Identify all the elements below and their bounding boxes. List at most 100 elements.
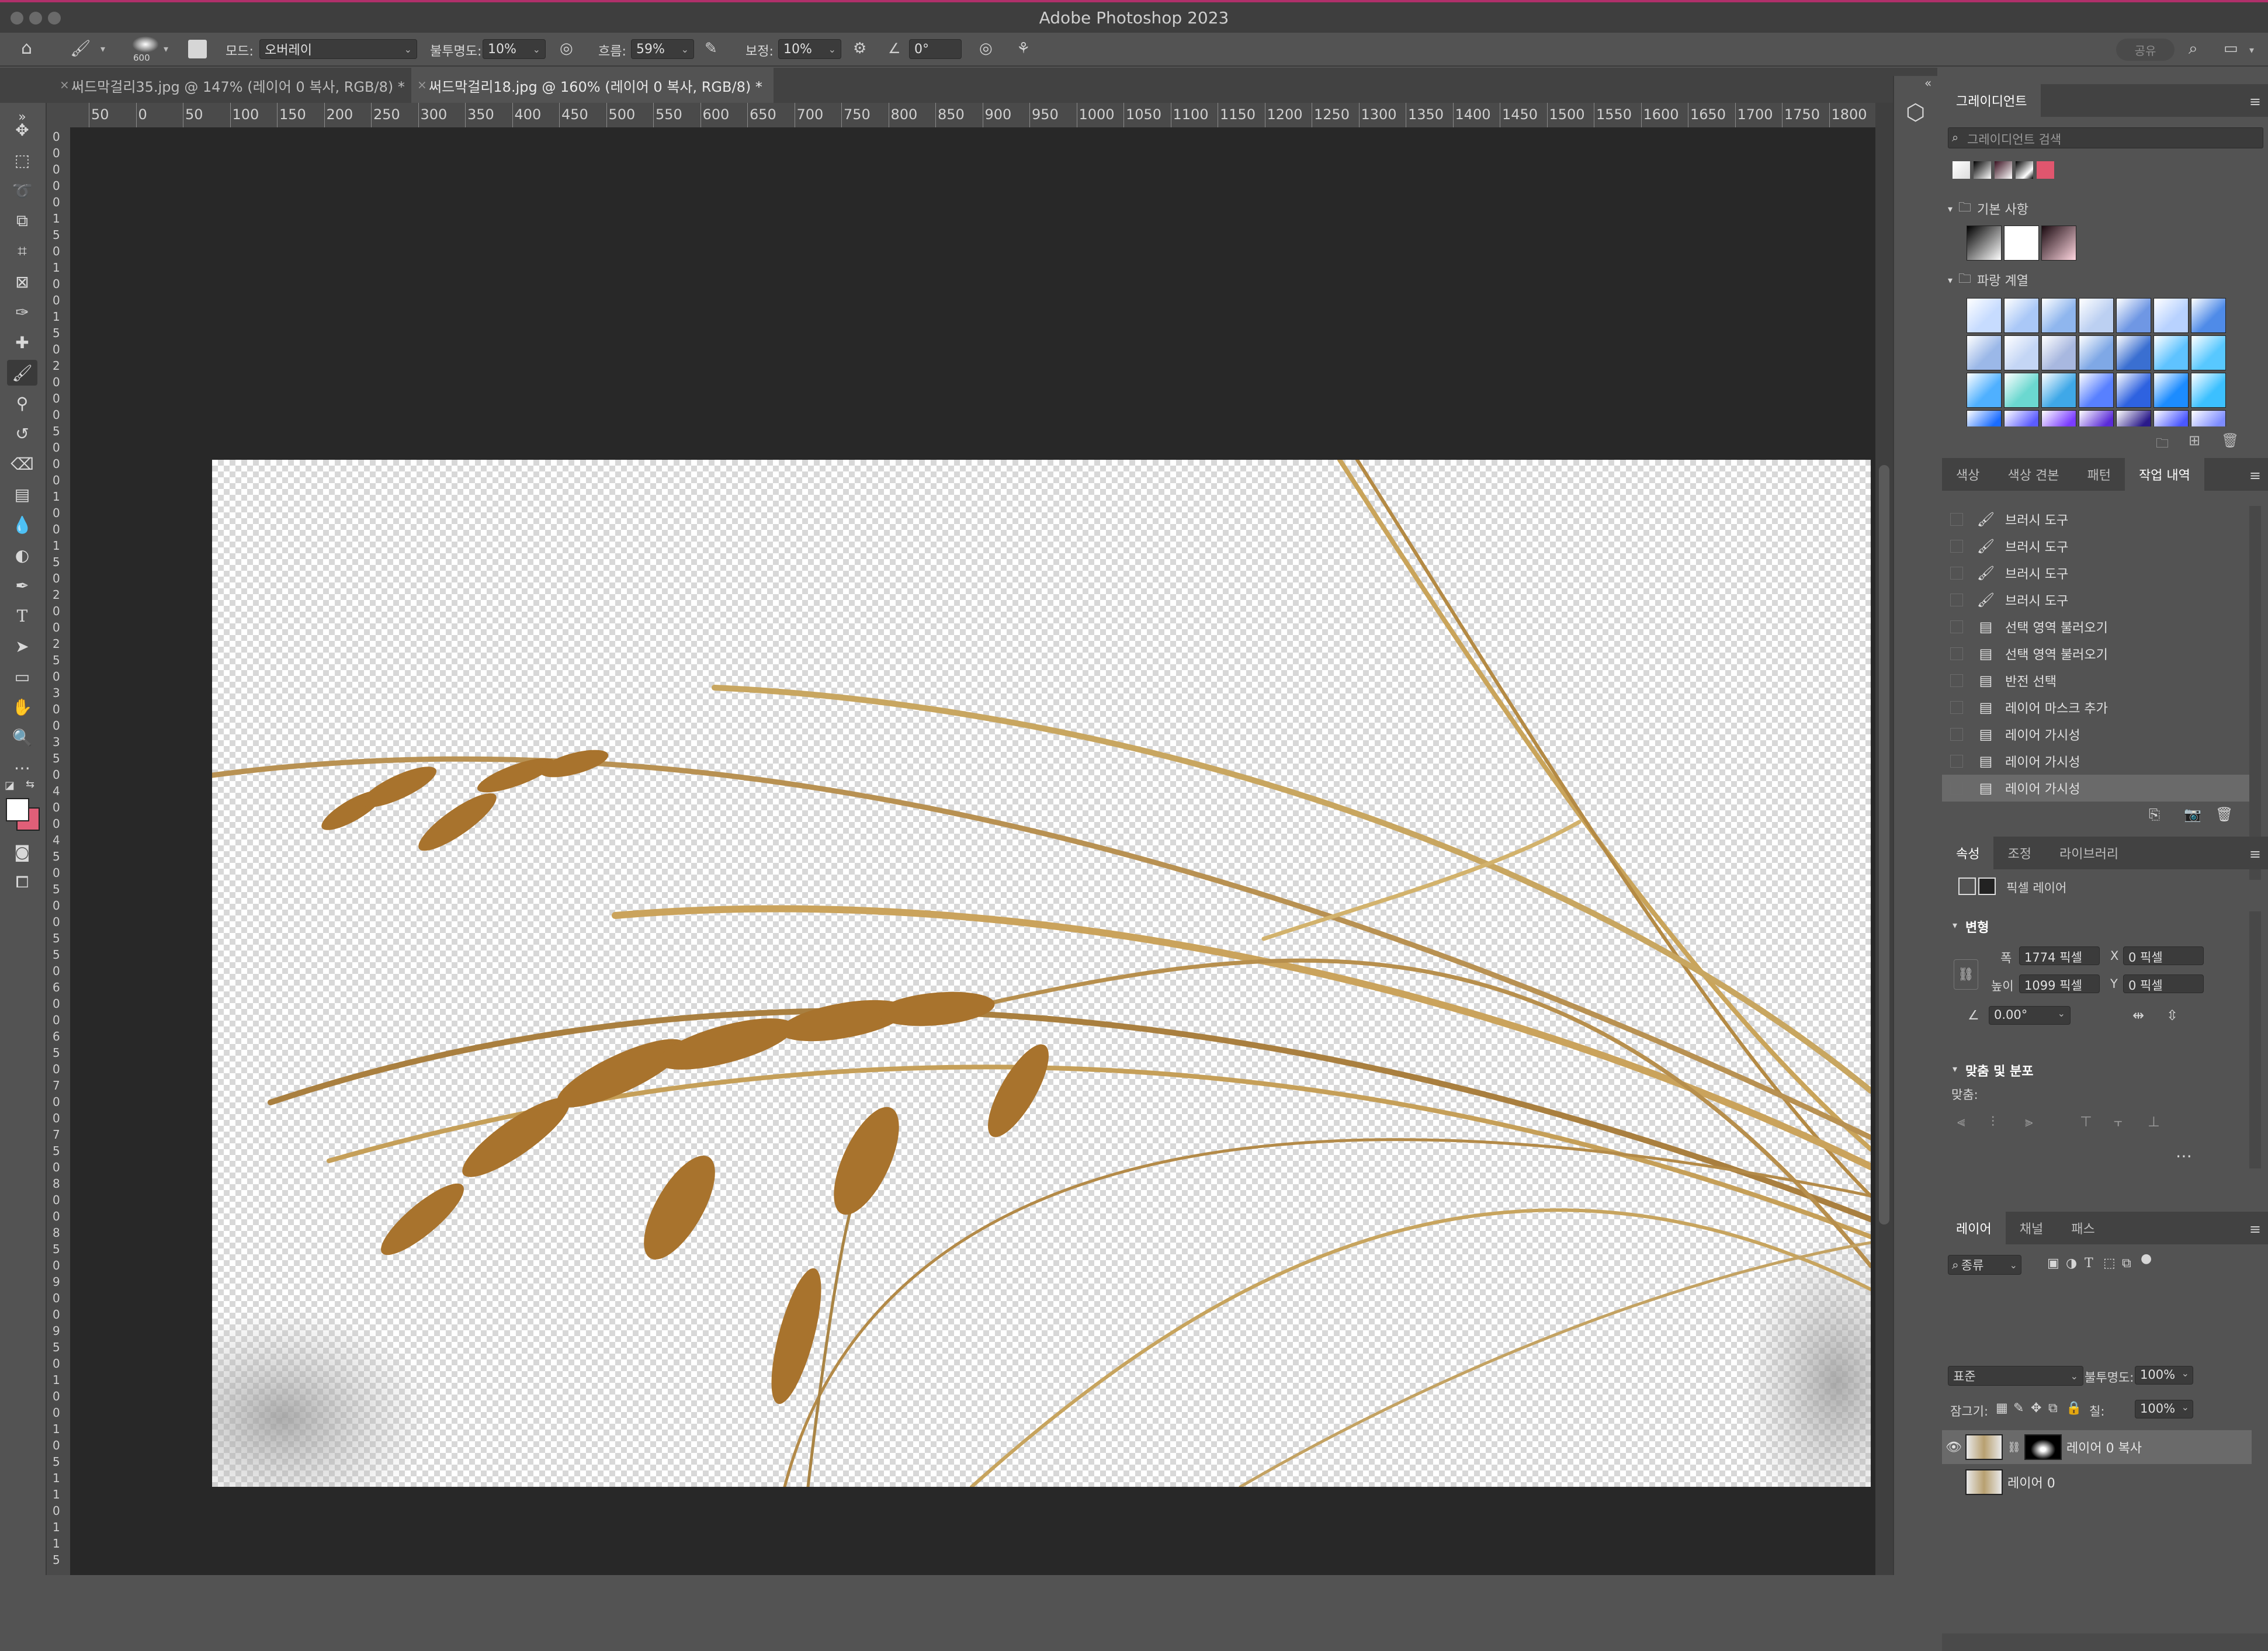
symmetry-icon[interactable]: ⚘ [1017,39,1030,58]
flip-horizontal-icon[interactable]: ⇹ [2132,1007,2144,1024]
tab-color[interactable]: 색상 [1942,458,1993,491]
search-icon[interactable]: ⌕ [2189,39,2198,58]
angle-field[interactable]: 0° [909,39,962,59]
gradients-panel-menu-icon[interactable]: ≡ [2249,93,2261,110]
filter-shape-icon[interactable]: ⬚ [2103,1256,2116,1271]
move-tool-icon[interactable]: ✥ [7,117,37,143]
filter-toggle-icon[interactable]: ● [2141,1251,2152,1266]
tab-history[interactable]: 작업 내역 [2124,458,2204,491]
trash-icon[interactable]: 🗑 [2215,806,2233,823]
gradient-swatch[interactable] [2004,226,2039,261]
gradient-swatch[interactable] [2116,335,2151,370]
gradient-swatch[interactable] [2079,335,2114,370]
lasso-tool-icon[interactable]: ➰ [7,178,37,203]
history-snapshot-checkbox[interactable] [1950,513,1963,526]
gradient-group-blues[interactable]: ▾ 🗀 파랑 계열 [1948,269,2028,291]
align-top-icon[interactable]: ⊤ [2080,1114,2092,1130]
brush-preview-icon[interactable] [132,36,159,53]
brush-tool-preset-icon[interactable]: 🖌 [70,39,91,58]
align-middle-vertical-icon[interactable]: ⫟ [2114,1114,2123,1130]
recent-gradient-swatch[interactable] [1953,161,1970,179]
gradient-swatch[interactable] [2079,410,2114,426]
opacity-field[interactable]: 10% ⌄ [483,39,546,59]
eye-icon[interactable]: 👁 [1942,1440,1965,1455]
history-snapshot-checkbox[interactable] [1950,755,1963,768]
flip-vertical-icon[interactable]: ⇳ [2166,1007,2178,1024]
blend-mode-select[interactable]: 표준 ⌄ [1948,1366,2083,1386]
align-left-icon[interactable]: ⫷ [1957,1114,1965,1130]
x-field[interactable]: 0 픽셀 [2123,946,2204,965]
gradient-swatch[interactable] [2116,298,2151,333]
new-group-icon[interactable]: 🗀 [2156,433,2169,456]
marquee-tool-icon[interactable]: ⬚ [7,147,37,173]
share-button[interactable]: 공유 [2116,39,2175,61]
filter-adjustment-icon[interactable]: ◑ [2066,1256,2077,1271]
history-item[interactable]: 🖌 브러시 도구 [1942,506,2252,533]
scrollbar-thumb[interactable] [1879,465,1889,1225]
layer-row-layer-0-copy[interactable]: 👁 ⛓ 레이어 0 복사 [1942,1430,2252,1464]
gradient-swatch[interactable] [2116,373,2151,408]
dodge-tool-icon[interactable]: ◐ [7,542,37,568]
flow-field[interactable]: 59% ⌄ [631,39,694,59]
gradient-swatch[interactable] [2041,335,2076,370]
gradient-swatch[interactable] [1967,373,2002,408]
frame-tool-icon[interactable]: ⊠ [7,269,37,294]
brush-preset-chevron-icon[interactable]: ▾ [164,43,168,54]
history-snapshot-checkbox[interactable] [1950,701,1963,714]
close-tab-icon[interactable]: × [417,78,427,92]
history-snapshot-checkbox[interactable] [1950,782,1963,795]
workspace-icon[interactable]: ▭ [2224,39,2238,58]
lock-image-pixels-icon[interactable]: ✎ [2013,1401,2024,1416]
history-scrollbar[interactable] [2249,506,2261,880]
blur-tool-icon[interactable]: 💧 [7,512,37,537]
tab-adjustments[interactable]: 조정 [1993,837,2045,869]
gradient-swatch[interactable] [2079,298,2114,333]
width-field[interactable]: 1774 픽셀 [2019,946,2100,965]
home-icon[interactable]: ⌂ [21,39,32,58]
gradient-swatch[interactable] [2153,335,2189,370]
gradient-swatch[interactable] [1967,298,2002,333]
more-options-icon[interactable]: ⋯ [2176,1146,2192,1166]
properties-panel-menu-icon[interactable]: ≡ [2249,846,2261,862]
eraser-tool-icon[interactable]: ⌫ [7,451,37,477]
pressure-opacity-icon[interactable]: ◎ [560,39,573,58]
align-bottom-icon[interactable]: ⊥ [2148,1114,2160,1130]
layer-row-layer-0[interactable]: 👁 레이어 0 [1942,1465,2252,1499]
gradient-swatch[interactable] [2041,226,2076,261]
gradient-swatch[interactable] [2153,298,2189,333]
hand-tool-icon[interactable]: ✋ [7,694,37,720]
gradient-swatch[interactable] [2153,410,2189,426]
recent-gradient-swatch[interactable] [2016,161,2033,179]
fill-field[interactable]: 100% ⌄ [2135,1400,2193,1418]
document-tab-2[interactable]: × 써드막걸리18.jpg @ 160% (레이어 0 복사, RGB/8) * [411,68,774,103]
layer-mask-icon[interactable] [1978,877,1996,895]
zoom-tool-icon[interactable]: 🔍 [7,724,37,750]
trash-icon[interactable]: 🗑 [2221,432,2239,449]
filter-smart-object-icon[interactable]: ⧉ [2122,1256,2131,1271]
gear-icon[interactable]: ⚙ [853,39,866,58]
filter-type-icon[interactable]: T [2085,1256,2093,1271]
chevron-down-icon[interactable]: ▾ [1953,920,1957,931]
history-snapshot-checkbox[interactable] [1950,620,1963,633]
history-item[interactable]: ▤ 레이어 가시성 [1942,721,2252,748]
history-item[interactable]: ▤ 레이어 마스크 추가 [1942,694,2252,721]
recent-gradient-swatch[interactable] [2037,161,2054,179]
layer-mask-thumbnail[interactable] [2024,1434,2062,1460]
gradient-swatch[interactable] [2004,373,2039,408]
history-item[interactable]: ▤ 반전 선택 [1942,667,2252,694]
tool-preset-chevron-icon[interactable]: ▾ [100,43,105,54]
document-canvas[interactable] [212,460,1871,1487]
workspace-chevron-icon[interactable]: ▾ [2249,44,2254,56]
3d-panel-icon[interactable]: ⬡ [1906,99,1925,125]
close-tab-icon[interactable]: × [60,78,70,92]
gradient-search-input[interactable]: ⌕ 그레이디언트 검색 [1948,127,2263,148]
gradient-swatch[interactable] [2079,373,2114,408]
healing-brush-tool-icon[interactable]: ✚ [7,329,37,355]
height-field[interactable]: 1099 픽셀 [2019,974,2100,993]
clone-stamp-tool-icon[interactable]: ⚲ [7,390,37,416]
history-panel-menu-icon[interactable]: ≡ [2249,467,2261,484]
filter-pixel-icon[interactable]: ▣ [2047,1256,2059,1271]
recent-gradient-swatch[interactable] [1974,161,1991,179]
gradient-group-basics[interactable]: ▾ 🗀 기본 사항 [1948,197,2028,220]
history-snapshot-checkbox[interactable] [1950,674,1963,687]
